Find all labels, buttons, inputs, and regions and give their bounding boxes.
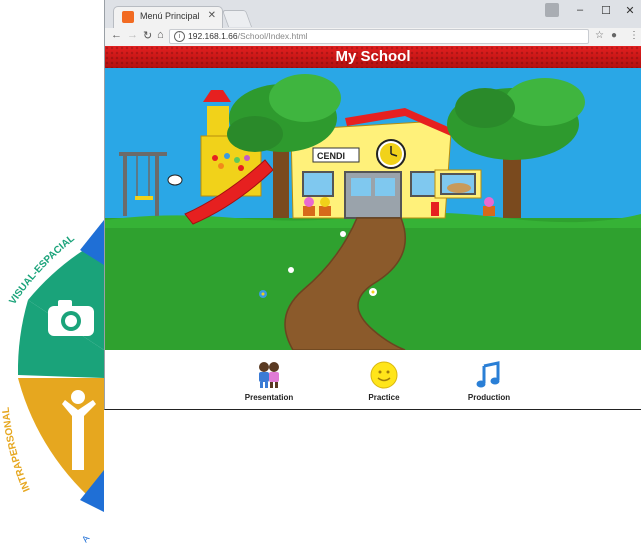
- new-tab-button[interactable]: [221, 10, 253, 27]
- page-title: My School: [335, 48, 411, 65]
- bookmark-star-icon[interactable]: ☆: [595, 30, 604, 41]
- web-page: My School CENDI Presentation Practice Pr…: [105, 46, 641, 409]
- profile-icon[interactable]: [545, 3, 559, 17]
- info-icon[interactable]: i: [174, 31, 185, 42]
- menu-label-practice: Practice: [368, 393, 400, 402]
- tab-title: Menú Principal: [140, 11, 200, 21]
- home-icon[interactable]: ⌂: [157, 29, 164, 41]
- minimize-button[interactable]: –: [569, 4, 591, 16]
- page-header: My School: [105, 46, 641, 68]
- browser-window: Menú Principal ✕ – ☐ ✕ ← → ↻ ⌂ i 192.168…: [104, 0, 641, 410]
- wheel-label-corner: A: [80, 533, 92, 544]
- wheel-label-intrapersonal: INTRAPERSONAL: [1, 406, 33, 493]
- menu-label-presentation: Presentation: [244, 393, 294, 402]
- extension-icon[interactable]: ●: [611, 30, 617, 41]
- forward-icon[interactable]: →: [127, 29, 138, 41]
- favicon-icon: [122, 11, 134, 23]
- tab-menu-principal[interactable]: Menú Principal ✕: [113, 6, 223, 28]
- url-path: /School/Index.html: [237, 31, 308, 41]
- smiley-icon: [370, 361, 398, 389]
- school-sign: CENDI: [317, 151, 345, 161]
- url-host: 192.168.1.66: [188, 31, 238, 41]
- browser-toolbar: ← → ↻ ⌂ i 192.168.1.66/School/Index.html…: [105, 28, 641, 47]
- url-text: 192.168.1.66/School/Index.html: [188, 31, 308, 41]
- school-scene: CENDI: [105, 68, 641, 350]
- menu-label-production: Production: [467, 393, 511, 402]
- title-bar: Menú Principal ✕ – ☐ ✕: [105, 0, 641, 28]
- children-icon: [259, 362, 279, 388]
- school-annex: [434, 169, 482, 199]
- reload-icon[interactable]: ↻: [143, 29, 152, 42]
- menu-practice[interactable]: Practice: [334, 360, 434, 402]
- music-note-icon: [476, 361, 500, 388]
- menu-production[interactable]: Production: [439, 360, 539, 402]
- svg-text:INTRAPERSONAL: INTRAPERSONAL: [1, 406, 33, 493]
- close-window-button[interactable]: ✕: [619, 4, 641, 17]
- menu-presentation[interactable]: Presentation: [219, 360, 319, 402]
- back-icon[interactable]: ←: [111, 29, 122, 41]
- maximize-button[interactable]: ☐: [595, 4, 617, 17]
- close-tab-icon[interactable]: ✕: [208, 10, 216, 21]
- address-bar[interactable]: i 192.168.1.66/School/Index.html: [169, 29, 589, 44]
- activity-menu: Presentation Practice Production: [105, 350, 641, 409]
- menu-kebab-icon[interactable]: ⋮: [629, 30, 639, 41]
